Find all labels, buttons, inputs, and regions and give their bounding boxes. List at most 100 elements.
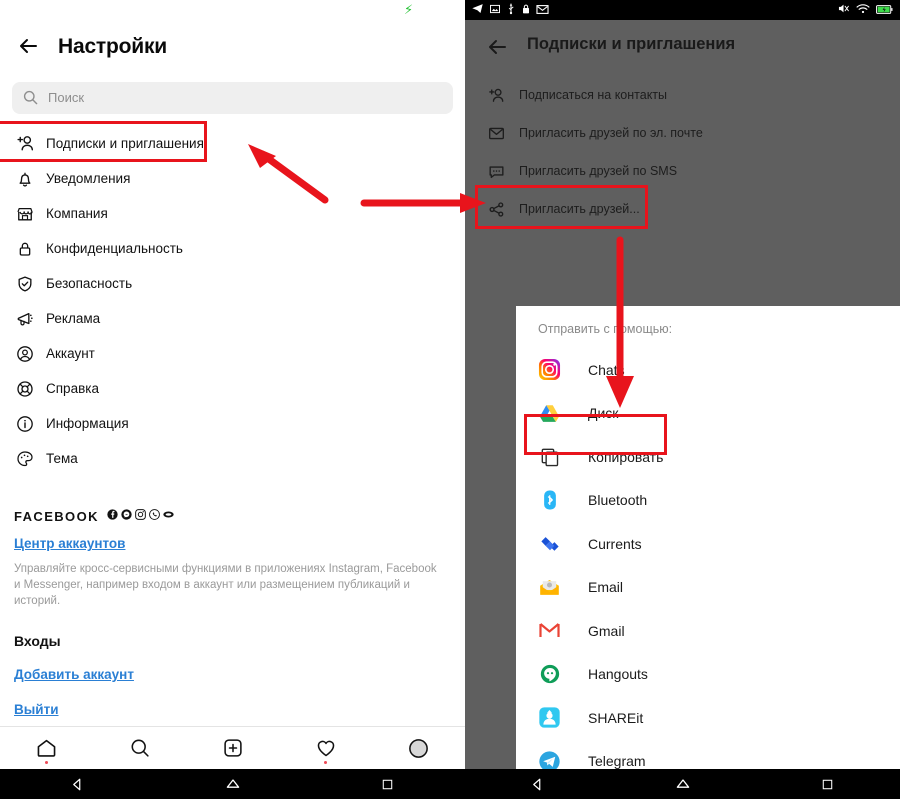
share-target-label: Chats (588, 361, 625, 378)
sidebar-item-help[interactable]: Справка (0, 371, 465, 406)
screenshot-root: ⚡ Настройки Поиск Подписки и приглашения… (0, 0, 900, 799)
accounts-center-link[interactable]: Центр аккаунтов (14, 536, 454, 551)
sidebar-item-subscriptions[interactable]: Подписки и приглашения (0, 126, 465, 161)
tab-activity[interactable] (279, 727, 372, 770)
envelope-icon (485, 122, 507, 144)
android-back-icon[interactable] (0, 777, 155, 792)
back-arrow-icon[interactable] (16, 33, 42, 59)
lock-icon (14, 238, 36, 260)
sidebar-item-privacy[interactable]: Конфиденциальность (0, 231, 465, 266)
palette-icon (14, 448, 36, 470)
instagram-icon (538, 358, 561, 381)
usb-icon (506, 2, 516, 20)
search-input[interactable]: Поиск (12, 82, 453, 114)
left-status-bar: ⚡ (0, 0, 465, 20)
sidebar-item-security[interactable]: Безопасность (0, 266, 465, 301)
share-target-list: Chats Диск Копировать Bluetooth Currents… (516, 348, 900, 783)
sidebar-item-label: Компания (46, 206, 108, 221)
email-icon (538, 576, 561, 599)
share-target-label: Telegram (588, 753, 646, 770)
mute-icon (837, 2, 850, 20)
facebook-description: Управляйте кросс-сервисными функциями в … (14, 563, 437, 607)
sidebar-item-label: Подписки и приглашения (46, 136, 204, 151)
share-target-currents[interactable]: Currents (516, 522, 900, 566)
status-right-icons (837, 2, 893, 20)
android-nav-bar-right (465, 769, 900, 799)
activity-badge-dot (324, 760, 327, 764)
tab-create[interactable] (186, 727, 279, 770)
sidebar-item-account[interactable]: Аккаунт (0, 336, 465, 371)
menu-item-invite-friends-share[interactable]: Пригласить друзей... (465, 190, 900, 228)
menu-item-follow-contacts[interactable]: Подписаться на контакты (465, 76, 900, 114)
share-target-label: Gmail (588, 622, 625, 639)
sidebar-item-label: Конфиденциальность (46, 241, 183, 256)
store-icon (14, 203, 36, 225)
messenger-icon (121, 507, 132, 525)
page-title: Подписки и приглашения (527, 35, 736, 53)
share-target-label: Bluetooth (588, 492, 648, 509)
left-phone-screen: ⚡ Настройки Поиск Подписки и приглашения… (0, 0, 465, 799)
back-arrow-icon[interactable] (485, 34, 511, 60)
share-target-copy[interactable]: Копировать (516, 435, 900, 479)
add-account-link[interactable]: Добавить аккаунт (14, 667, 454, 682)
mail-icon (536, 2, 549, 20)
share-nodes-icon (485, 198, 507, 220)
info-circle-icon (14, 413, 36, 435)
tab-home[interactable] (0, 727, 93, 770)
subscriptions-menu-list: Подписаться на контакты Пригласить друзе… (465, 76, 900, 228)
sidebar-item-label: Тема (46, 451, 78, 466)
share-target-hangouts[interactable]: Hangouts (516, 653, 900, 697)
sidebar-item-label: Безопасность (46, 276, 133, 291)
logout-link[interactable]: Выйти (14, 702, 454, 717)
status-left-icons (471, 2, 549, 20)
share-target-bluetooth[interactable]: Bluetooth (516, 479, 900, 523)
android-back-icon[interactable] (465, 777, 610, 792)
android-nav-bar-left (0, 769, 465, 799)
wifi-icon (856, 2, 870, 20)
google-drive-icon (538, 402, 561, 425)
facebook-icon (107, 507, 118, 525)
tab-search[interactable] (93, 727, 186, 770)
share-target-gmail[interactable]: Gmail (516, 609, 900, 653)
share-target-label: Currents (588, 535, 642, 552)
account-circle-icon (14, 343, 36, 365)
lock-icon (521, 2, 531, 20)
tab-profile[interactable] (372, 727, 465, 770)
bell-icon (14, 168, 36, 190)
screenshot-icon (489, 2, 501, 20)
share-sheet-dialog: Отправить с помощью: Chats Диск Копирова… (516, 306, 900, 772)
sidebar-item-theme[interactable]: Тема (0, 441, 465, 476)
sidebar-item-label: Справка (46, 381, 99, 396)
menu-item-label: Пригласить друзей по SMS (519, 164, 678, 178)
android-recents-icon[interactable] (310, 778, 465, 791)
share-target-label: Email (588, 579, 624, 596)
share-target-drive[interactable]: Диск (516, 392, 900, 436)
page-title: Настройки (58, 35, 167, 58)
right-phone-screen: Подписки и приглашения Подписаться на ко… (465, 0, 900, 799)
share-target-label: SHAREit (588, 709, 644, 726)
android-home-icon[interactable] (155, 776, 310, 792)
left-app-header: Настройки (0, 20, 465, 74)
share-target-label: Hangouts (588, 666, 648, 683)
android-home-icon[interactable] (610, 776, 755, 792)
menu-item-invite-sms[interactable]: Пригласить друзей по SMS (465, 152, 900, 190)
share-target-email[interactable]: Email (516, 566, 900, 610)
menu-item-label: Пригласить друзей по эл. почте (519, 126, 703, 140)
sidebar-item-notifications[interactable]: Уведомления (0, 161, 465, 196)
megaphone-icon (14, 308, 36, 330)
instagram-icon (135, 507, 146, 525)
sidebar-item-label: Реклама (46, 311, 101, 326)
share-target-label: Копировать (588, 448, 664, 465)
whatsapp-icon (148, 507, 160, 525)
sidebar-item-label: Аккаунт (46, 346, 95, 361)
sidebar-item-company[interactable]: Компания (0, 196, 465, 231)
brand-icon-strip (107, 507, 174, 525)
android-recents-icon[interactable] (755, 778, 900, 791)
oculus-icon (163, 507, 174, 525)
sidebar-item-info[interactable]: Информация (0, 406, 465, 441)
menu-item-invite-email[interactable]: Пригласить друзей по эл. почте (465, 114, 900, 152)
sidebar-item-ads[interactable]: Реклама (0, 301, 465, 336)
follow-person-icon (14, 133, 36, 155)
share-target-chats[interactable]: Chats (516, 348, 900, 392)
share-target-shareit[interactable]: SHAREit (516, 696, 900, 740)
